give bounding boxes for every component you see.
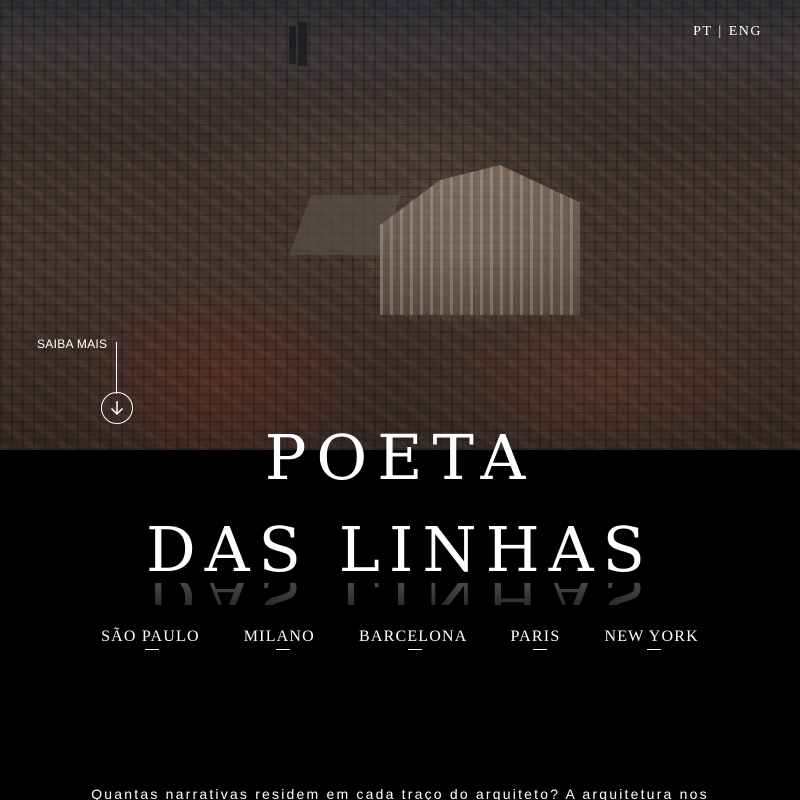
page-title-line1: POETA <box>264 421 536 494</box>
skyline-tower <box>289 26 296 64</box>
lang-pt-link[interactable]: PT <box>693 24 712 39</box>
city-link-barcelona[interactable]: BARCELONA <box>359 628 468 654</box>
cathedral-shape <box>380 165 580 315</box>
skyline-tower <box>298 22 307 66</box>
cities-nav: SÃO PAULO MILANO BARCELONA PARIS NEW YOR… <box>0 628 800 654</box>
scroll-indicator-line <box>116 342 117 394</box>
city-link-sao-paulo[interactable]: SÃO PAULO <box>101 628 200 654</box>
lang-eng-link[interactable]: ENG <box>729 24 762 39</box>
city-link-paris[interactable]: PARIS <box>511 628 561 654</box>
piazza-shape <box>289 195 401 255</box>
saiba-mais-link[interactable]: SAIBA MAIS <box>37 337 107 351</box>
city-link-milano[interactable]: MILANO <box>244 628 315 654</box>
city-link-new-york[interactable]: NEW YORK <box>604 628 698 654</box>
intro-paragraph: Quantas narrativas residem em cada traço… <box>91 786 709 800</box>
lang-separator: | <box>718 24 723 39</box>
language-switcher: PT | ENG <box>693 24 762 40</box>
page-title-line2: DAS LINHAS <box>146 513 654 586</box>
hero-background-image <box>0 0 800 450</box>
